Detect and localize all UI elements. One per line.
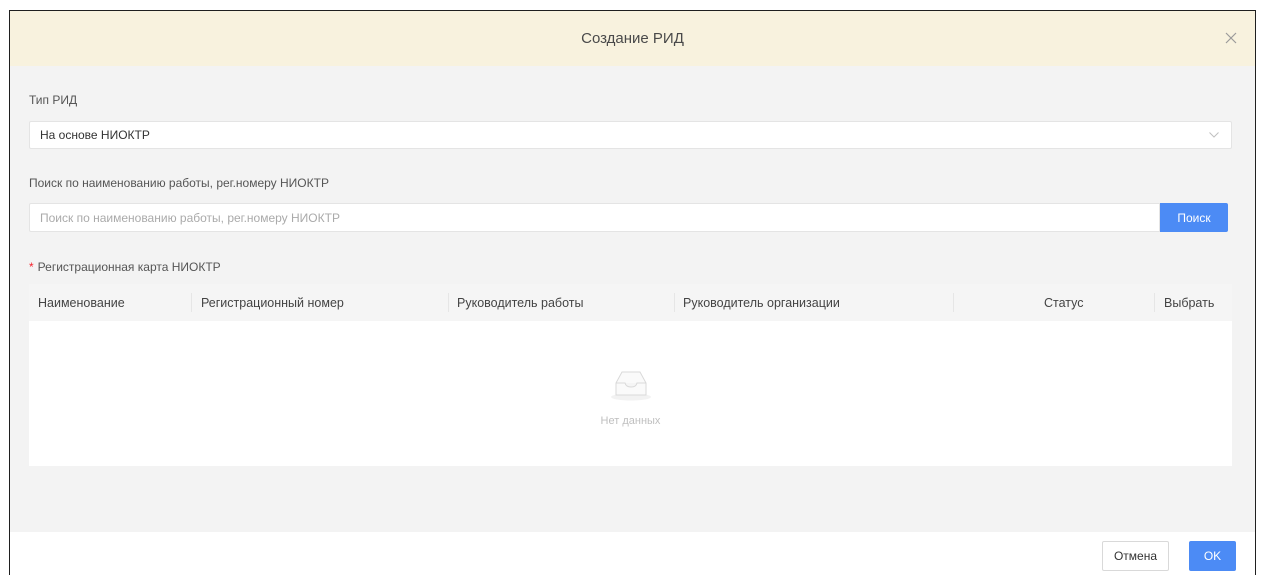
column-header-name[interactable]: Наименование <box>38 284 125 321</box>
empty-inbox-icon <box>609 366 653 407</box>
rid-type-select[interactable]: На основе НИОКТР <box>29 121 1232 149</box>
empty-state: Нет данных <box>29 366 1232 427</box>
column-divider <box>191 293 192 312</box>
column-header-work-head[interactable]: Руководитель работы <box>457 284 583 321</box>
column-header-org-head[interactable]: Руководитель организации <box>683 284 840 321</box>
rid-type-value: На основе НИОКТР <box>40 128 150 142</box>
column-header-reg-number[interactable]: Регистрационный номер <box>201 284 344 321</box>
column-divider <box>953 293 954 312</box>
empty-text: Нет данных <box>600 415 661 427</box>
column-header-select[interactable]: Выбрать <box>1164 284 1214 321</box>
ok-button[interactable]: OK <box>1189 541 1236 571</box>
search-button[interactable]: Поиск <box>1160 203 1228 232</box>
table-header: Наименование Регистрационный номер Руков… <box>29 284 1232 321</box>
column-header-status[interactable]: Статус <box>1044 284 1084 321</box>
chevron-down-icon <box>1209 130 1219 140</box>
registration-card-label-text: Регистрационная карта НИОКТР <box>37 260 221 274</box>
search-input[interactable] <box>29 203 1160 232</box>
close-icon[interactable] <box>1219 26 1243 50</box>
rid-type-label: Тип РИД <box>29 93 78 107</box>
create-rid-dialog: Создание РИД Тип РИД На основе НИОКТР По… <box>9 10 1256 575</box>
dialog-header: Создание РИД <box>10 11 1255 66</box>
column-divider <box>1154 293 1155 312</box>
registration-card-table: Наименование Регистрационный номер Руков… <box>29 284 1232 466</box>
column-divider <box>448 293 449 312</box>
search-label: Поиск по наименованию работы, рег.номеру… <box>29 176 329 190</box>
required-mark: * <box>29 260 34 274</box>
column-divider <box>674 293 675 312</box>
registration-card-label: * Регистрационная карта НИОКТР <box>29 260 221 274</box>
dialog-footer: Отмена OK <box>10 532 1255 575</box>
dialog-title: Создание РИД <box>581 30 684 47</box>
cancel-button[interactable]: Отмена <box>1102 541 1169 571</box>
